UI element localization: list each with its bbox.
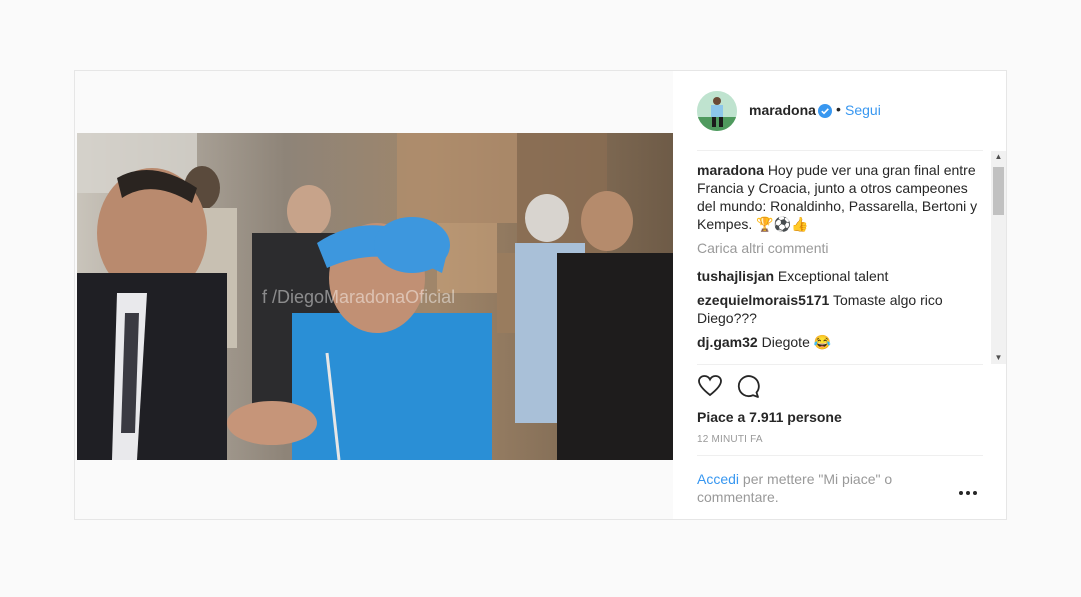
login-link[interactable]: Accedi [697,471,739,487]
likes-count[interactable]: Piace a 7.911 persone [697,409,842,425]
load-more-comments-button[interactable]: Carica altri commenti [697,239,983,257]
post-header: maradona • Segui [673,71,1006,151]
comment-item: ezequielmorais5171 Tomaste algo rico Die… [697,291,983,327]
scroll-down-arrow-icon[interactable]: ▼ [991,352,1006,364]
comment-username[interactable]: tushajlisjan [697,268,774,284]
heart-icon[interactable] [697,373,723,399]
comment-username[interactable]: dj.gam32 [697,334,758,350]
avatar[interactable] [697,91,737,131]
separator-dot: • [836,101,841,117]
comment-text: Exceptional talent [777,268,889,284]
more-options-icon[interactable] [959,485,979,499]
instagram-post: f /DiegoMaradonaOficial maradona • Segui… [74,70,1007,520]
comments-list: maradona Hoy pude ver una gran final ent… [697,161,983,361]
scroll-up-arrow-icon[interactable]: ▲ [991,151,1006,163]
post-timestamp[interactable]: 12 minuti fa [697,434,763,445]
video-frame: f /DiegoMaradonaOficial [77,133,673,460]
video-watermark: f /DiegoMaradonaOficial [262,287,455,307]
actions-divider [697,364,983,365]
caption-username[interactable]: maradona [697,162,764,178]
comment-username[interactable]: ezequielmorais5171 [697,292,829,308]
comment-item: dj.gam32 Diegote 😂 [697,333,983,351]
comments-scrollbar[interactable]: ▲ ▼ [991,151,1006,364]
post-actions [697,373,797,403]
header-divider [697,150,983,151]
comment-icon[interactable] [735,373,761,399]
comment-text: Diegote 😂 [761,334,832,350]
login-prompt: Accedi per mettere "Mi piace" o commenta… [697,470,917,506]
post-author-username[interactable]: maradona [749,102,816,118]
verified-badge-icon [818,104,832,118]
media-area: f /DiegoMaradonaOficial [75,71,673,519]
caption: maradona Hoy pude ver una gran final ent… [697,161,983,233]
post-video[interactable]: f /DiegoMaradonaOficial [77,133,673,460]
scrollbar-thumb[interactable] [993,167,1004,215]
post-sidebar: maradona • Segui maradona Hoy pude ver u… [673,71,1006,519]
follow-button[interactable]: Segui [845,102,881,118]
comment-item: tushajlisjan Exceptional talent [697,267,983,285]
footer-divider [697,455,983,456]
